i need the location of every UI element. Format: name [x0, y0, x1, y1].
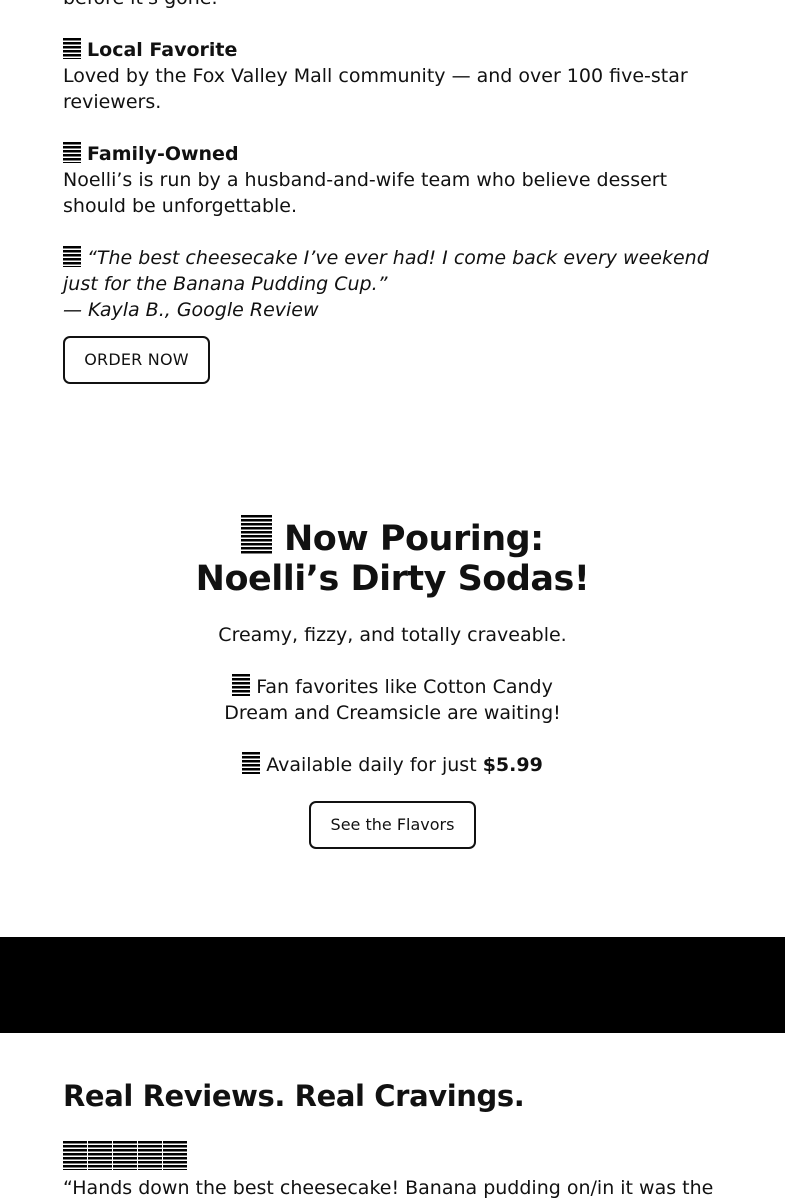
star-rating: [63, 1141, 723, 1173]
features-section: before it's gone. Local Favorite Loved b…: [63, 0, 723, 323]
heart-icon: [232, 674, 251, 696]
star-icon: [163, 1141, 187, 1170]
review-quote: “Hands down the best cheesecake! Banana …: [63, 1177, 714, 1199]
speech-bubble-icon: [63, 246, 81, 267]
star-icon: [63, 1141, 87, 1170]
price: $5.99: [482, 754, 543, 776]
feature-body: Loved by the Fox Valley Mall community —…: [63, 65, 688, 113]
intro-tail-text: before it's gone.: [63, 0, 723, 11]
see-flavors-button[interactable]: See the Flavors: [309, 801, 476, 849]
testimonial-quote: “The best cheesecake I’ve ever had! I co…: [63, 247, 709, 295]
feature-title: Local Favorite: [87, 39, 238, 61]
title-line-1: Now Pouring:: [283, 519, 544, 559]
feature-body: Noelli’s is run by a husband-and-wife te…: [63, 169, 668, 217]
feature-family-owned: Family-Owned Noelli’s is run by a husban…: [63, 141, 723, 219]
star-icon: [113, 1141, 137, 1170]
trophy-icon: [63, 38, 81, 59]
family-icon: [63, 142, 81, 163]
title-line-2: Noelli’s Dirty Sodas!: [195, 559, 590, 599]
dark-banner: [0, 937, 785, 1033]
fan-favorites-text: Fan favorites like Cotton Candy Dream an…: [213, 674, 573, 726]
availability-text: Available daily for just $5.99: [0, 752, 785, 778]
avail-text: Available daily for just: [266, 754, 483, 776]
star-icon: [88, 1141, 112, 1170]
reviews-section: Real Reviews. Real Cravings. “Hands down…: [63, 1078, 723, 1201]
money-icon: [242, 752, 261, 774]
feature-title: Family-Owned: [87, 143, 239, 165]
dirty-sodas-section: Now Pouring: Noelli’s Dirty Sodas! Cream…: [0, 515, 785, 778]
fan-text: Fan favorites like Cotton Candy Dream an…: [224, 676, 561, 724]
section-title: Now Pouring: Noelli’s Dirty Sodas!: [0, 515, 785, 599]
star-icon: [138, 1141, 162, 1170]
order-now-button[interactable]: ORDER NOW: [63, 336, 210, 384]
soda-cup-icon: [241, 515, 273, 555]
feature-local-favorite: Local Favorite Loved by the Fox Valley M…: [63, 37, 723, 115]
soda-tagline: Creamy, fizzy, and totally craveable.: [218, 624, 567, 646]
testimonial-attribution: — Kayla B., Google Review: [63, 299, 319, 321]
reviews-title: Real Reviews. Real Cravings.: [63, 1079, 525, 1113]
testimonial: “The best cheesecake I’ve ever had! I co…: [63, 245, 723, 323]
